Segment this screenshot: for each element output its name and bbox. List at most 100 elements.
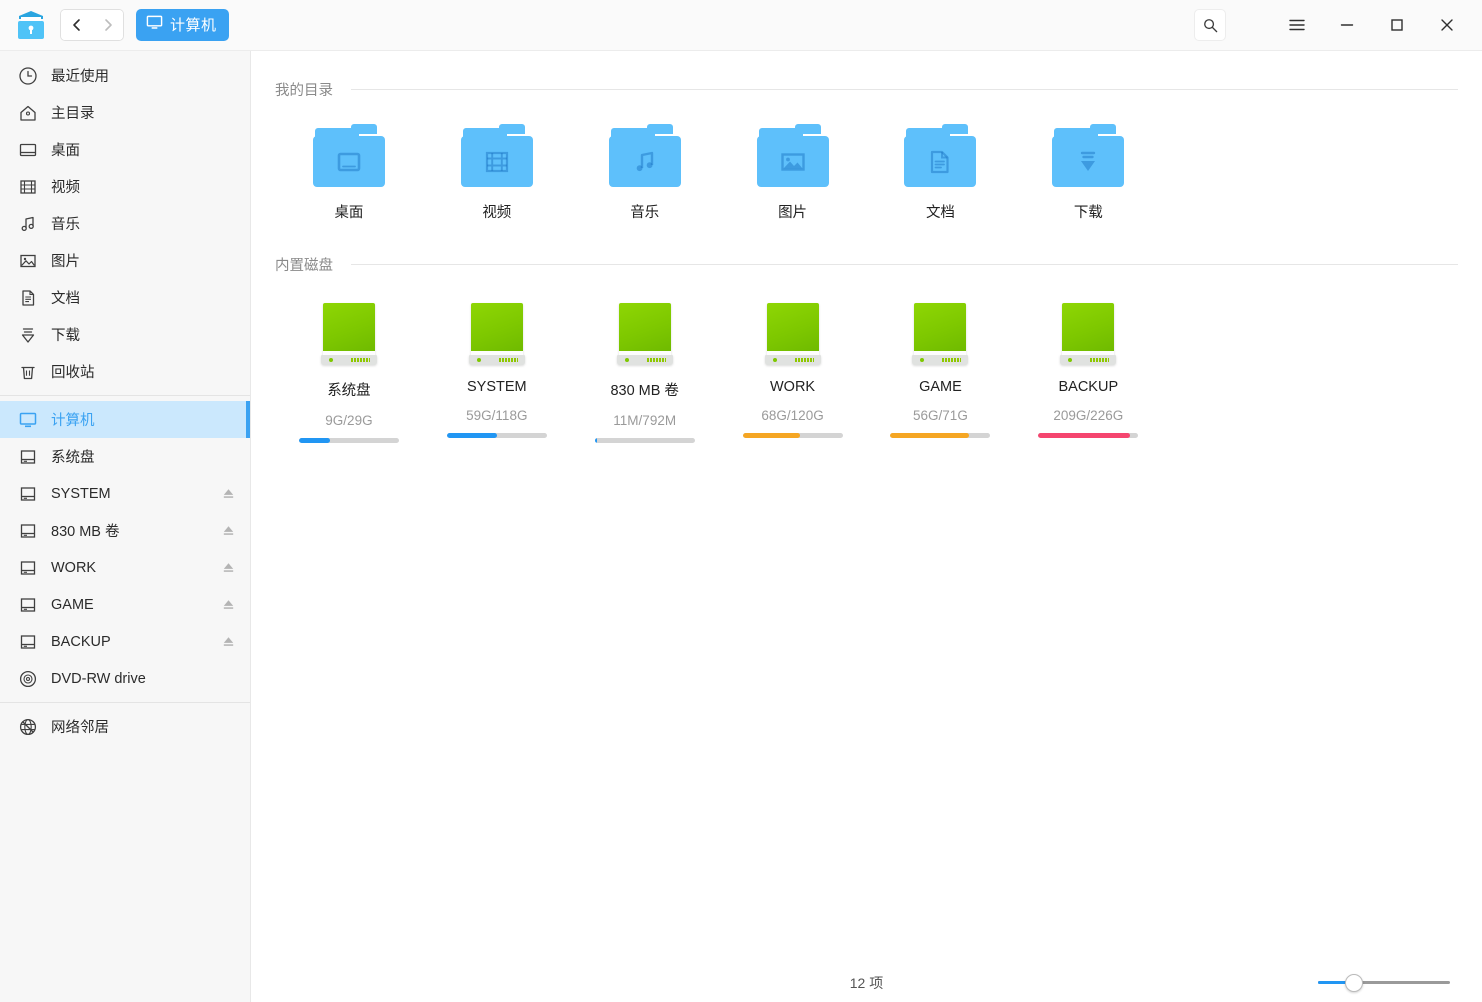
disk-item[interactable]: BACKUP 209G/226G xyxy=(1014,297,1162,447)
section-title: 我的目录 xyxy=(275,83,333,99)
window-body: 最近使用 主目录 桌面 视频 音乐 图片 文档 下载 回收站 计算机 系统盘 SYSTEM 830 MB… xyxy=(0,51,1482,963)
disc-icon xyxy=(17,668,39,690)
folder-item[interactable]: 音乐 xyxy=(571,122,719,226)
sidebar-item-文档[interactable]: 文档 xyxy=(0,279,250,316)
eject-button[interactable] xyxy=(220,486,236,502)
sidebar-item-game[interactable]: GAME xyxy=(0,586,250,623)
sidebar-item-dvd-rw-drive[interactable]: DVD-RW drive xyxy=(0,660,250,697)
file-manager-window: 计算机 最近使用 主目录 桌面 视频 音乐 图片 文档 下载 回收站 计算机 系… xyxy=(0,0,1482,1002)
hamburger-menu-icon xyxy=(1289,19,1305,31)
eject-button[interactable] xyxy=(220,523,236,539)
eject-icon xyxy=(223,600,233,609)
trash-icon xyxy=(17,361,39,383)
home-icon xyxy=(17,102,39,124)
hard-disk-icon xyxy=(616,303,673,365)
back-button[interactable] xyxy=(61,10,92,40)
document-icon xyxy=(17,287,39,309)
disk-label: 830 MB 卷 xyxy=(610,383,679,399)
folder-item[interactable]: 下载 xyxy=(1014,122,1162,226)
sidebar-item-label: 830 MB 卷 xyxy=(51,524,120,540)
disk-item[interactable]: 830 MB 卷 11M/792M xyxy=(571,297,719,447)
folder-item[interactable]: 图片 xyxy=(719,122,867,226)
disk-usage-label: 11M/792M xyxy=(613,413,677,428)
sidebar-item-system[interactable]: SYSTEM xyxy=(0,475,250,512)
sidebar-item-系统盘[interactable]: 系统盘 xyxy=(0,438,250,475)
sidebar-item-label: DVD-RW drive xyxy=(51,670,146,687)
music-icon xyxy=(17,213,39,235)
sidebar-item-主目录[interactable]: 主目录 xyxy=(0,94,250,131)
computer-icon xyxy=(17,409,39,431)
eject-button[interactable] xyxy=(220,634,236,650)
sidebar-item-计算机[interactable]: 计算机 xyxy=(0,401,250,438)
sidebar-item-label: 系统盘 xyxy=(51,450,95,466)
sidebar-item-视频[interactable]: 视频 xyxy=(0,168,250,205)
maximize-button[interactable] xyxy=(1372,5,1422,45)
section-title: 内置磁盘 xyxy=(275,258,333,274)
search-button[interactable] xyxy=(1194,9,1226,41)
disk-item[interactable]: GAME 56G/71G xyxy=(867,297,1015,447)
minimize-icon xyxy=(1340,24,1354,26)
disk-usage-label: 68G/120G xyxy=(761,408,824,423)
zoom-slider[interactable] xyxy=(1318,973,1450,993)
sidebar-item-work[interactable]: WORK xyxy=(0,549,250,586)
disk-grid: 系统盘 9G/29G SYSTEM 59G/118G 830 MB 卷 11M/792M W… xyxy=(275,275,1458,447)
sidebar-item-图片[interactable]: 图片 xyxy=(0,242,250,279)
eject-icon xyxy=(223,563,233,572)
content-area: 我的目录桌面 视频 音乐 图片 文档 下载内置磁盘系统盘 9G/29G SYSTEM 59G/1… xyxy=(251,51,1482,963)
disk-usage-bar xyxy=(446,433,547,438)
disk-usage-bar xyxy=(890,433,991,438)
status-bar: 12 项 xyxy=(0,963,1482,1002)
disk-label: WORK xyxy=(770,379,816,395)
disk-item[interactable]: 系统盘 9G/29G xyxy=(275,297,423,447)
sidebar-item-label: 视频 xyxy=(51,180,80,196)
disk-label: 系统盘 xyxy=(327,383,371,399)
disk-item[interactable]: SYSTEM 59G/118G xyxy=(423,297,571,447)
network-icon xyxy=(17,716,39,738)
sidebar-item-桌面[interactable]: 桌面 xyxy=(0,131,250,168)
sidebar-separator xyxy=(0,702,250,703)
section-divider xyxy=(351,264,1458,265)
minimize-button[interactable] xyxy=(1322,5,1372,45)
folder-label: 音乐 xyxy=(630,205,660,221)
search-icon xyxy=(1203,18,1217,32)
drive-icon xyxy=(17,483,39,505)
sidebar-item-最近使用[interactable]: 最近使用 xyxy=(0,57,250,94)
sidebar-item-label: 最近使用 xyxy=(51,69,109,85)
eject-button[interactable] xyxy=(220,597,236,613)
hard-disk-icon xyxy=(468,303,525,365)
sidebar-item-回收站[interactable]: 回收站 xyxy=(0,353,250,390)
disk-usage-bar xyxy=(594,438,695,443)
forward-button[interactable] xyxy=(92,10,123,40)
video-icon xyxy=(17,176,39,198)
folder-item[interactable]: 桌面 xyxy=(275,122,423,226)
sidebar-item-backup[interactable]: BACKUP xyxy=(0,623,250,660)
breadcrumb-computer[interactable]: 计算机 xyxy=(136,9,229,41)
menu-button[interactable] xyxy=(1272,5,1322,45)
sidebar-item-网络邻居[interactable]: 网络邻居 xyxy=(0,708,250,745)
sidebar-item-830-mb-卷[interactable]: 830 MB 卷 xyxy=(0,512,250,549)
hard-disk-icon xyxy=(912,303,969,365)
sidebar-item-下载[interactable]: 下载 xyxy=(0,316,250,353)
drive-icon xyxy=(17,631,39,653)
folder-label: 文档 xyxy=(925,205,955,221)
drive-icon xyxy=(17,520,39,542)
sidebar-footer-fill xyxy=(0,963,251,1002)
picture-icon xyxy=(17,250,39,272)
eject-icon xyxy=(223,489,233,498)
disk-item[interactable]: WORK 68G/120G xyxy=(719,297,867,447)
disk-label: SYSTEM xyxy=(467,379,527,395)
sidebar-item-label: 计算机 xyxy=(51,413,95,429)
folder-item[interactable]: 文档 xyxy=(867,122,1015,226)
section-header: 内置磁盘 xyxy=(275,226,1458,275)
close-button[interactable] xyxy=(1422,5,1472,45)
folder-item[interactable]: 视频 xyxy=(423,122,571,226)
sidebar-item-label: 主目录 xyxy=(51,106,95,122)
drive-icon xyxy=(17,557,39,579)
eject-button[interactable] xyxy=(220,560,236,576)
sidebar-item-音乐[interactable]: 音乐 xyxy=(0,205,250,242)
drive-icon xyxy=(17,594,39,616)
sidebar-item-label: SYSTEM xyxy=(51,485,111,502)
zoom-slider-handle[interactable] xyxy=(1344,973,1363,992)
disk-usage-label: 56G/71G xyxy=(913,408,968,423)
folder-label: 视频 xyxy=(482,205,512,221)
